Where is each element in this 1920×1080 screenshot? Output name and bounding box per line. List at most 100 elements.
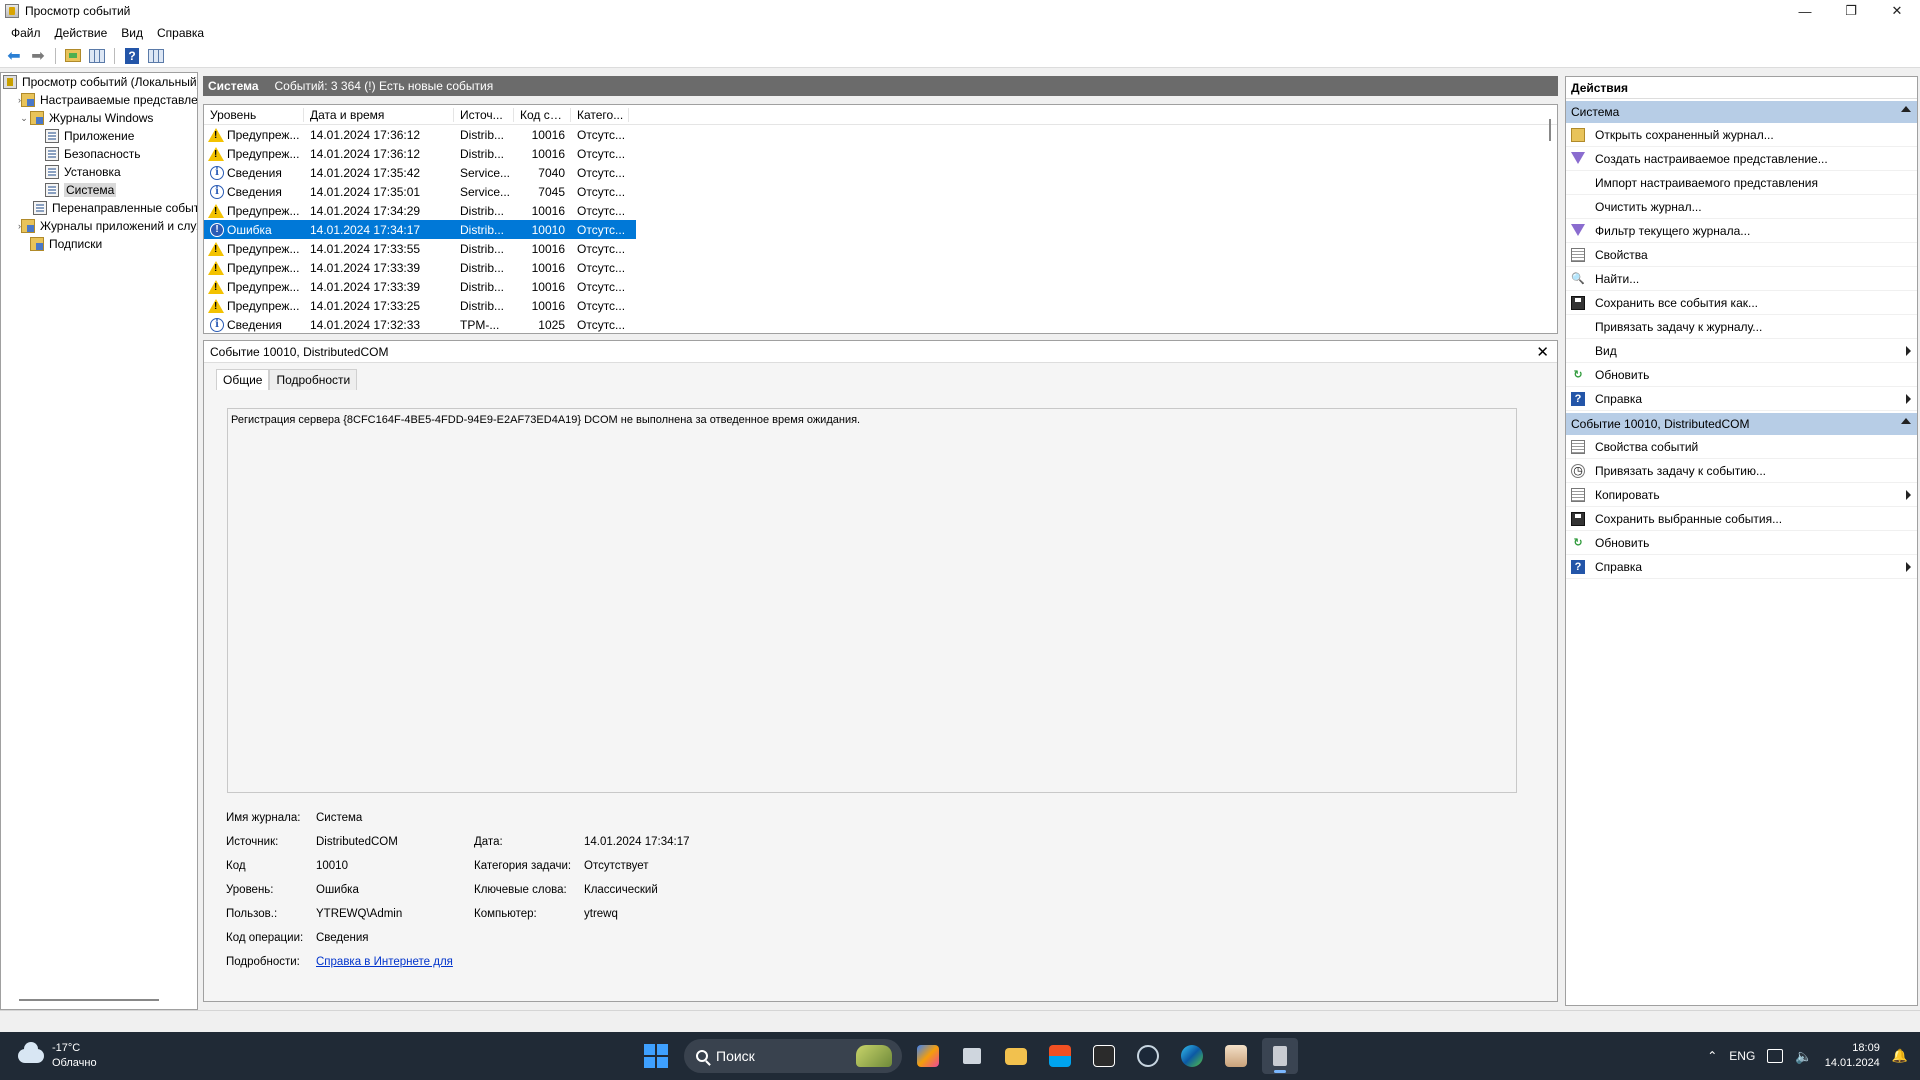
field-source[interactable]: DistributedCOM <box>316 836 474 848</box>
tab-details[interactable]: Подробности <box>269 369 358 390</box>
clock[interactable]: 18:09 14.01.2024 <box>1825 1041 1880 1071</box>
action-item[interactable]: Привязать задачу к журналу... <box>1566 315 1917 339</box>
up-folder-button[interactable] <box>63 46 83 66</box>
action-item[interactable]: 🔍 Найти... <box>1566 267 1917 291</box>
field-log-name[interactable]: Система <box>316 812 474 824</box>
network-icon[interactable] <box>1767 1049 1784 1063</box>
actions-section-system[interactable]: Система <box>1566 101 1917 123</box>
tree-item[interactable]: Безопасность <box>1 145 197 163</box>
table-row[interactable]: Предупреж... 14.01.2024 17:36:12 Distrib..… <box>204 144 1557 163</box>
column-source[interactable]: Источ... <box>454 107 514 122</box>
weather-widget[interactable]: -17°C Облачно <box>18 1041 97 1071</box>
notification-icon[interactable]: 🔔 <box>1892 1048 1908 1064</box>
horizontal-scrollbar[interactable] <box>19 999 159 1001</box>
field-computer[interactable]: ytrewq <box>584 908 618 920</box>
table-row[interactable]: i Сведения 14.01.2024 17:32:33 TPM-... 1025 О… <box>204 315 1557 333</box>
action-item[interactable]: ◷ Привязать задачу к событию... <box>1566 459 1917 483</box>
field-task-category[interactable]: Отсутствует <box>584 860 649 872</box>
table-row[interactable]: i Сведения 14.01.2024 17:35:42 Service... 70… <box>204 163 1557 182</box>
taskbar-steam[interactable] <box>1130 1038 1166 1074</box>
event-detail-header: Событие 10010, DistributedCOM ✕ <box>204 341 1557 363</box>
action-item[interactable]: ↻ Обновить <box>1566 531 1917 555</box>
vertical-scrollbar[interactable] <box>1549 119 1551 141</box>
action-item[interactable]: Вид <box>1566 339 1917 363</box>
language-indicator[interactable]: ENG <box>1729 1049 1755 1063</box>
table-row[interactable]: Предупреж... 14.01.2024 17:34:29 Distrib..… <box>204 201 1557 220</box>
chevron-up-icon[interactable]: ⌃ <box>1707 1049 1717 1063</box>
taskbar-game-app[interactable] <box>1218 1038 1254 1074</box>
maximize-button[interactable]: ❐ <box>1828 0 1874 22</box>
column-level[interactable]: Уровень <box>204 107 304 122</box>
minimize-button[interactable]: — <box>1782 0 1828 22</box>
taskbar-store[interactable] <box>1042 1038 1078 1074</box>
field-level[interactable]: Ошибка <box>316 884 474 896</box>
collapse-icon[interactable] <box>1901 106 1911 112</box>
action-item[interactable]: Сохранить выбранные события... <box>1566 507 1917 531</box>
field-opcode[interactable]: Сведения <box>316 932 474 944</box>
online-help-link[interactable]: Справка в Интернете для <box>316 956 453 968</box>
column-date[interactable]: Дата и время <box>304 107 454 122</box>
taskbar-file-explorer[interactable] <box>998 1038 1034 1074</box>
tree-item[interactable]: Просмотр событий (Локальный) <box>1 73 197 91</box>
tree-item[interactable]: Перенаправленные события <box>1 199 197 217</box>
actions-section-event[interactable]: Событие 10010, DistributedCOM <box>1566 413 1917 435</box>
tree-item[interactable]: Приложение <box>1 127 197 145</box>
table-row[interactable]: ! Ошибка 14.01.2024 17:34:17 Distrib... 1001… <box>204 220 636 239</box>
windows-start-icon[interactable] <box>644 1044 668 1068</box>
action-item[interactable]: Свойства событий <box>1566 435 1917 459</box>
taskbar-edge[interactable] <box>1174 1038 1210 1074</box>
close-icon[interactable]: ✕ <box>1536 343 1549 361</box>
show-hide-action-pane-button[interactable] <box>146 46 166 66</box>
tree-item[interactable]: ›Настраиваемые представления <box>1 91 197 109</box>
help-button[interactable]: ? <box>122 46 142 66</box>
table-row[interactable]: Предупреж... 14.01.2024 17:33:25 Distrib..… <box>204 296 1557 315</box>
action-item[interactable]: ? Справка <box>1566 555 1917 579</box>
taskbar-event-viewer[interactable] <box>1262 1038 1298 1074</box>
tree-item[interactable]: › Журналы приложений и служб <box>1 217 197 235</box>
menu-action[interactable]: Действие <box>48 24 115 42</box>
field-keywords[interactable]: Классический <box>584 884 658 896</box>
task-view-icon <box>963 1048 981 1064</box>
event-message[interactable]: Регистрация сервера {8CFC164F-4BE5-4FDD-… <box>227 408 1517 793</box>
field-user[interactable]: YTREWQ\Admin <box>316 908 474 920</box>
forward-arrow-icon[interactable]: ➡ <box>28 46 48 66</box>
table-row[interactable]: Предупреж... 14.01.2024 17:36:12 Distrib..… <box>204 125 1557 144</box>
show-hide-tree-button[interactable] <box>87 46 107 66</box>
action-item[interactable]: Импорт настраиваемого представления <box>1566 171 1917 195</box>
action-item[interactable]: Фильтр текущего журнала... <box>1566 219 1917 243</box>
menu-view[interactable]: Вид <box>114 24 150 42</box>
chevron-down-icon[interactable]: ⌄ <box>18 113 30 124</box>
menu-help[interactable]: Справка <box>150 24 211 42</box>
action-item[interactable]: Копировать <box>1566 483 1917 507</box>
table-row[interactable]: Предупреж... 14.01.2024 17:33:39 Distrib..… <box>204 258 1557 277</box>
cell-level: i Сведения <box>204 165 304 180</box>
column-category[interactable]: Катего... <box>571 107 629 122</box>
column-event-id[interactable]: Код со... <box>514 107 571 122</box>
menu-file[interactable]: Файл <box>4 24 48 42</box>
volume-icon[interactable]: 🔈 <box>1795 1048 1812 1065</box>
table-row[interactable]: i Сведения 14.01.2024 17:35:01 Service... 70… <box>204 182 1557 201</box>
action-item[interactable]: Очистить журнал... <box>1566 195 1917 219</box>
table-row[interactable]: Предупреж... 14.01.2024 17:33:55 Distrib..… <box>204 239 1557 258</box>
field-code[interactable]: 10010 <box>316 860 474 872</box>
tree-item[interactable]: ⌄ Журналы Windows <box>1 109 197 127</box>
field-date[interactable]: 14.01.2024 17:34:17 <box>584 836 690 848</box>
action-item[interactable]: Сохранить все события как... <box>1566 291 1917 315</box>
tree-item[interactable]: Система <box>1 181 197 199</box>
table-row[interactable]: Предупреж... 14.01.2024 17:33:39 Distrib..… <box>204 277 1557 296</box>
tree-item[interactable]: Подписки <box>1 235 197 253</box>
action-item[interactable]: Открыть сохраненный журнал... <box>1566 123 1917 147</box>
tab-general[interactable]: Общие <box>216 369 270 390</box>
taskbar-search[interactable]: Поиск <box>684 1039 902 1073</box>
action-item[interactable]: ? Справка <box>1566 387 1917 411</box>
taskbar-task-view[interactable] <box>954 1038 990 1074</box>
taskbar-copilot[interactable] <box>910 1038 946 1074</box>
action-item[interactable]: ↻ Обновить <box>1566 363 1917 387</box>
back-arrow-icon[interactable]: ⬅ <box>4 46 24 66</box>
close-button[interactable]: ✕ <box>1874 0 1920 22</box>
action-item[interactable]: Свойства <box>1566 243 1917 267</box>
taskbar-epic-games[interactable] <box>1086 1038 1122 1074</box>
action-item[interactable]: Создать настраиваемое представление... <box>1566 147 1917 171</box>
tree-item[interactable]: Установка <box>1 163 197 181</box>
collapse-icon[interactable] <box>1901 418 1911 424</box>
